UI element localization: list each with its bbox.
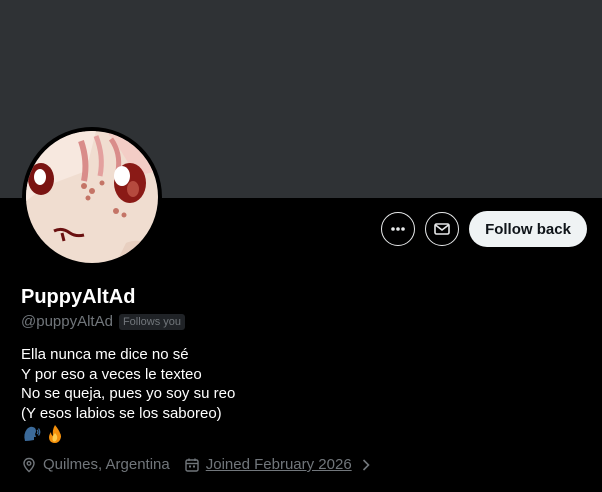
bio-line: (Y esos labios se los saboreo): [21, 404, 222, 422]
joined-date[interactable]: Joined February 2026: [184, 456, 371, 473]
bio-line: Y por eso a veces le texteo: [21, 365, 202, 383]
bio: Ella nunca me dice no sé Y por eso a vec…: [21, 345, 235, 445]
avatar-image: [26, 131, 158, 263]
chevron-right-icon[interactable]: [361, 458, 371, 472]
follow-back-button[interactable]: Follow back: [469, 211, 587, 247]
display-name: PuppyAltAd: [21, 286, 136, 308]
calendar-icon: [185, 458, 199, 472]
speaking-head-emoji: [24, 426, 41, 441]
location-text: Quilmes, Argentina: [43, 456, 170, 473]
avatar[interactable]: [22, 127, 162, 267]
more-button[interactable]: [381, 212, 415, 246]
message-button[interactable]: [425, 212, 459, 246]
location: Quilmes, Argentina: [21, 456, 170, 473]
handle: @puppyAltAd: [21, 313, 113, 330]
follows-you-badge: Follows you: [118, 313, 186, 330]
handle-row: @puppyAltAd Follows you: [21, 313, 186, 330]
profile-meta: Quilmes, Argentina Joined February 2026: [21, 456, 371, 473]
more-horizontal-icon: [391, 227, 405, 231]
joined-link[interactable]: Joined February 2026: [206, 456, 352, 473]
bio-line: No se queja, pues yo soy su reo: [21, 385, 236, 402]
bio-emoji-line: [21, 423, 235, 445]
bio-line: Ella nunca me dice no sé: [21, 346, 189, 363]
map-pin-icon: [23, 457, 35, 472]
envelope-icon: [434, 223, 450, 235]
fire-emoji: [49, 425, 61, 443]
